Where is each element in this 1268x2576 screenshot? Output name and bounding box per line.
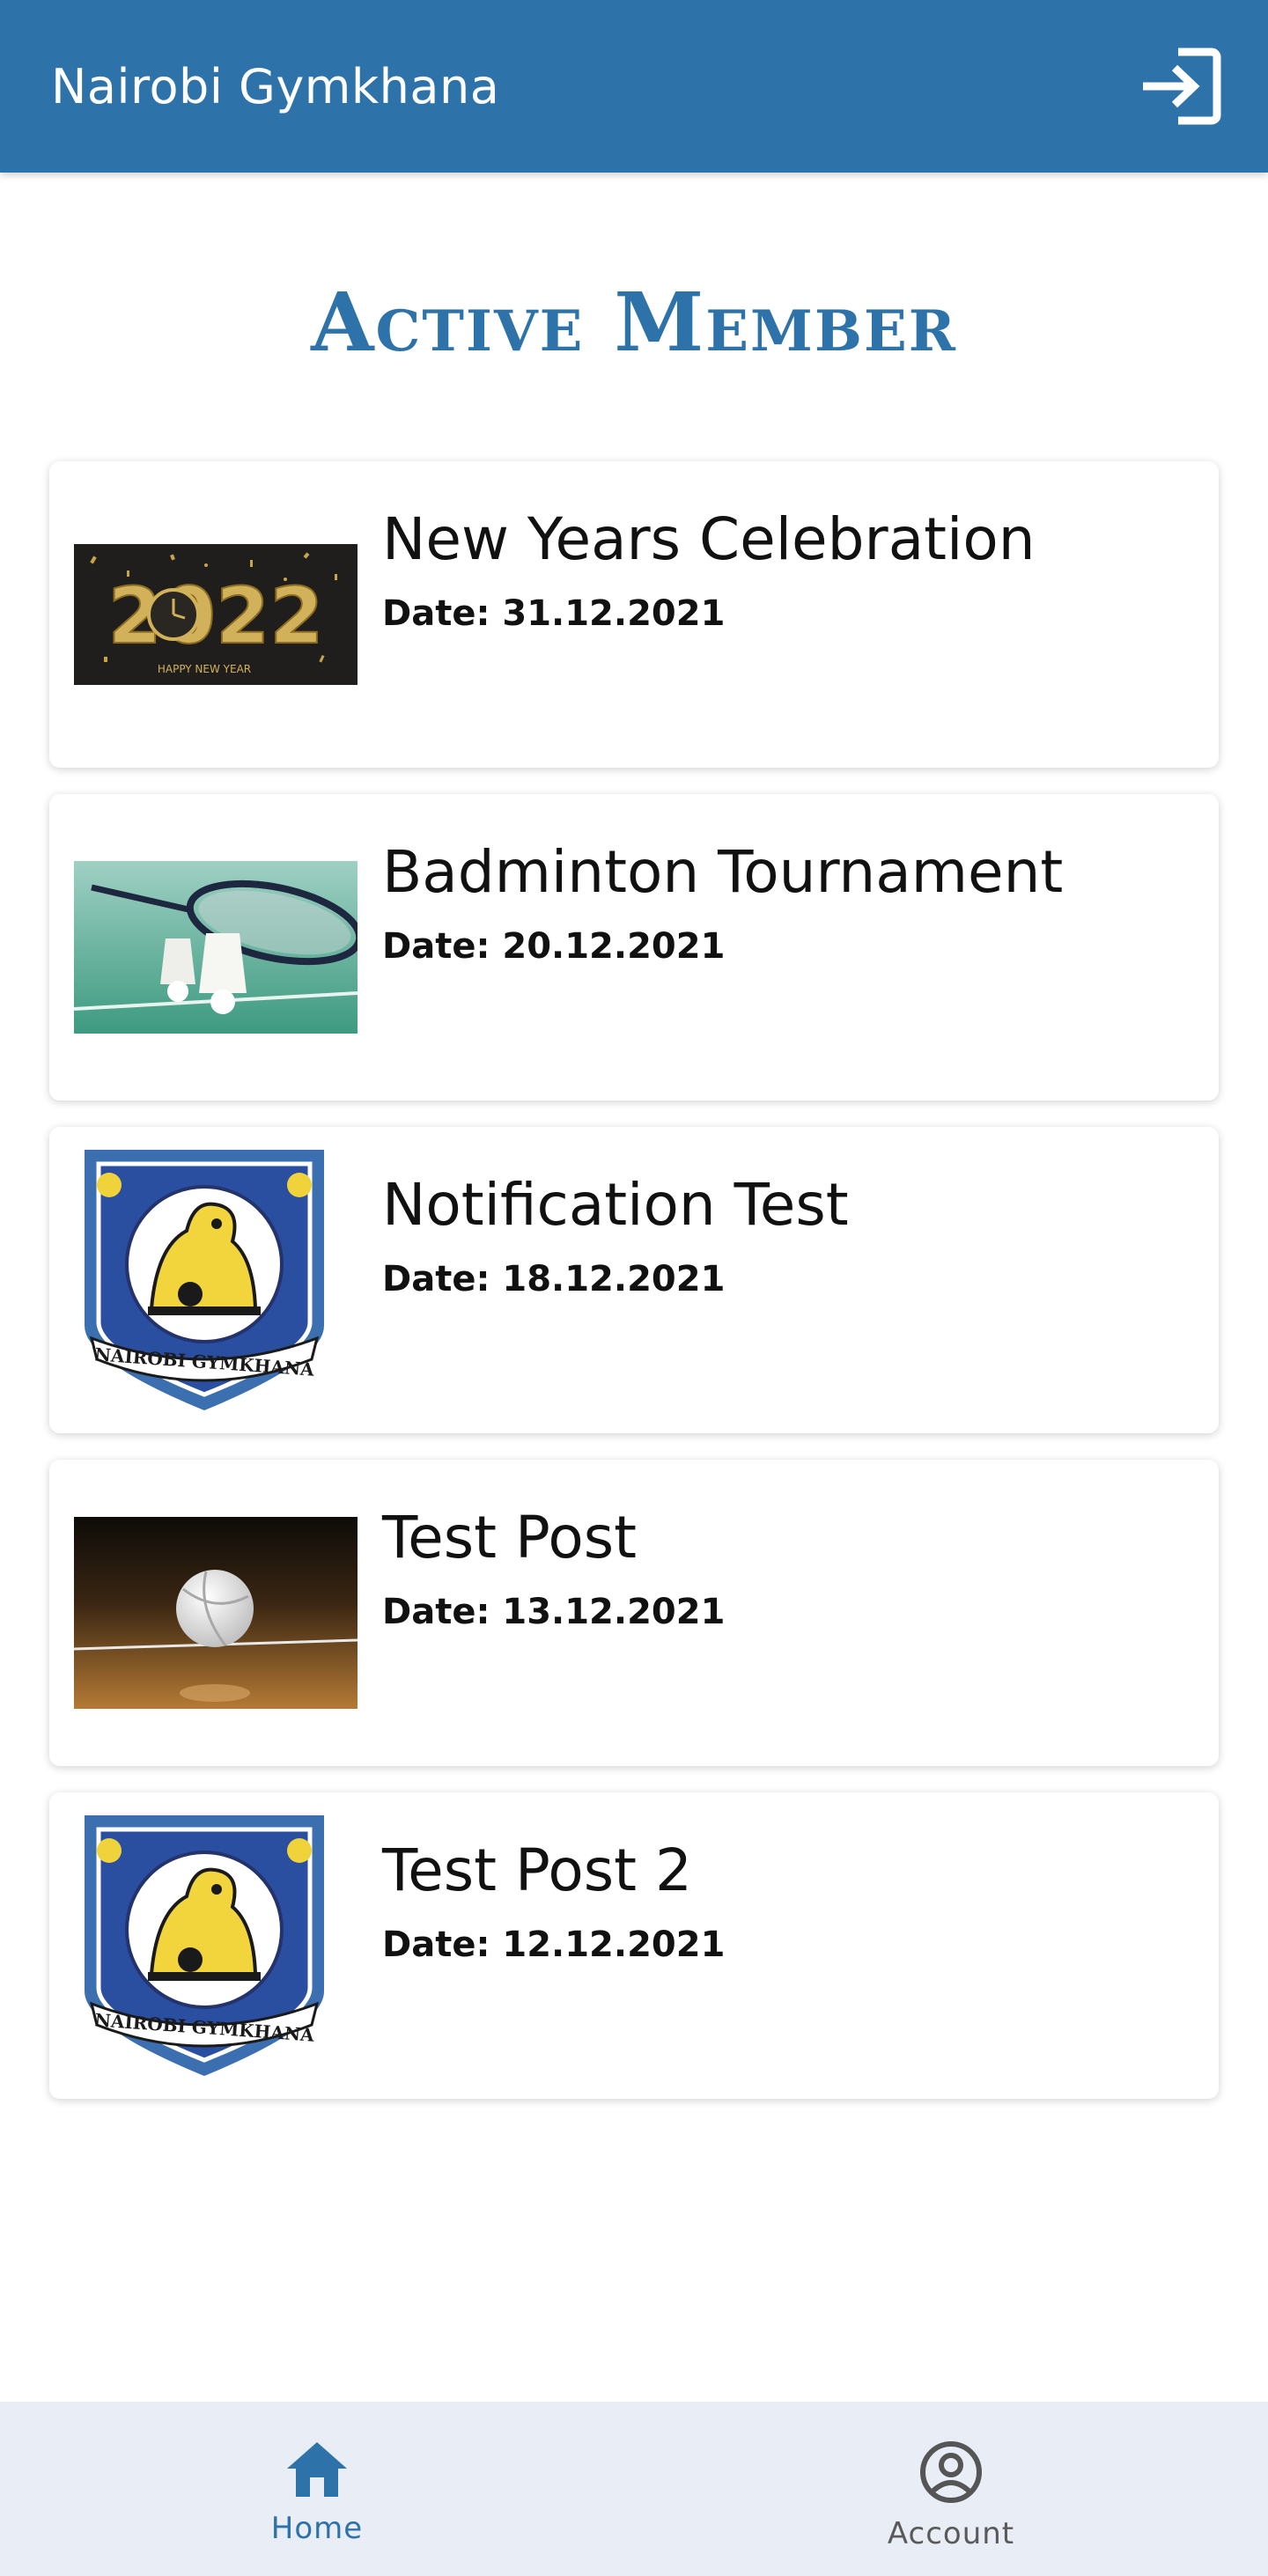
- login-icon: [1143, 48, 1221, 125]
- post-thumbnail-club-crest: NAIROBI GYMKHANA: [74, 1150, 358, 1410]
- bottom-navigation: Home Account: [0, 2402, 1268, 2576]
- new-year-digits: 2022: [108, 570, 324, 661]
- nav-account-label: Account: [887, 2516, 1015, 2551]
- post-card[interactable]: NAIROBI GYMKHANA Test Post 2 Date: 12.12…: [49, 1792, 1219, 2099]
- post-title: Test Post 2: [382, 1836, 693, 1904]
- post-card[interactable]: 2022 HAPPY NEW YEAR New Years Celebratio…: [49, 461, 1219, 768]
- post-card[interactable]: Badminton Tournament Date: 20.12.2021: [49, 794, 1219, 1100]
- post-thumbnail-club-crest: NAIROBI GYMKHANA: [74, 1815, 358, 2076]
- post-card[interactable]: Test Post Date: 13.12.2021: [49, 1460, 1219, 1766]
- app-title: Nairobi Gymkhana: [51, 58, 500, 114]
- home-icon: [287, 2442, 347, 2497]
- post-title: Test Post: [382, 1504, 638, 1571]
- post-date: Date: 20.12.2021: [382, 926, 726, 967]
- post-date: Date: 31.12.2021: [382, 593, 726, 634]
- nav-home-label: Home: [270, 2511, 364, 2546]
- login-button[interactable]: [1136, 42, 1224, 130]
- page-title: Active Member: [311, 275, 957, 370]
- post-thumbnail-new-year: 2022 HAPPY NEW YEAR: [74, 544, 358, 685]
- app-root: Nairobi Gymkhana Active Member 2022 HAPP…: [0, 0, 1268, 2576]
- post-date: Date: 12.12.2021: [382, 1925, 726, 1965]
- post-date: Date: 13.12.2021: [382, 1592, 726, 1632]
- account-icon: [920, 2441, 982, 2503]
- post-title: Badminton Tournament: [382, 838, 1064, 906]
- post-title: New Years Celebration: [382, 505, 1036, 573]
- new-year-caption: HAPPY NEW YEAR: [158, 663, 251, 675]
- post-card[interactable]: NAIROBI GYMKHANA Notification Test Date:…: [49, 1127, 1219, 1433]
- nav-home[interactable]: Home: [0, 2402, 634, 2576]
- post-thumbnail-badminton: [74, 861, 358, 1034]
- nav-account[interactable]: Account: [634, 2402, 1268, 2576]
- app-bar: Nairobi Gymkhana: [0, 0, 1268, 173]
- post-date: Date: 18.12.2021: [382, 1259, 726, 1299]
- post-thumbnail-volleyball: [74, 1517, 358, 1709]
- post-title: Notification Test: [382, 1171, 849, 1239]
- post-list: 2022 HAPPY NEW YEAR New Years Celebratio…: [49, 461, 1219, 2125]
